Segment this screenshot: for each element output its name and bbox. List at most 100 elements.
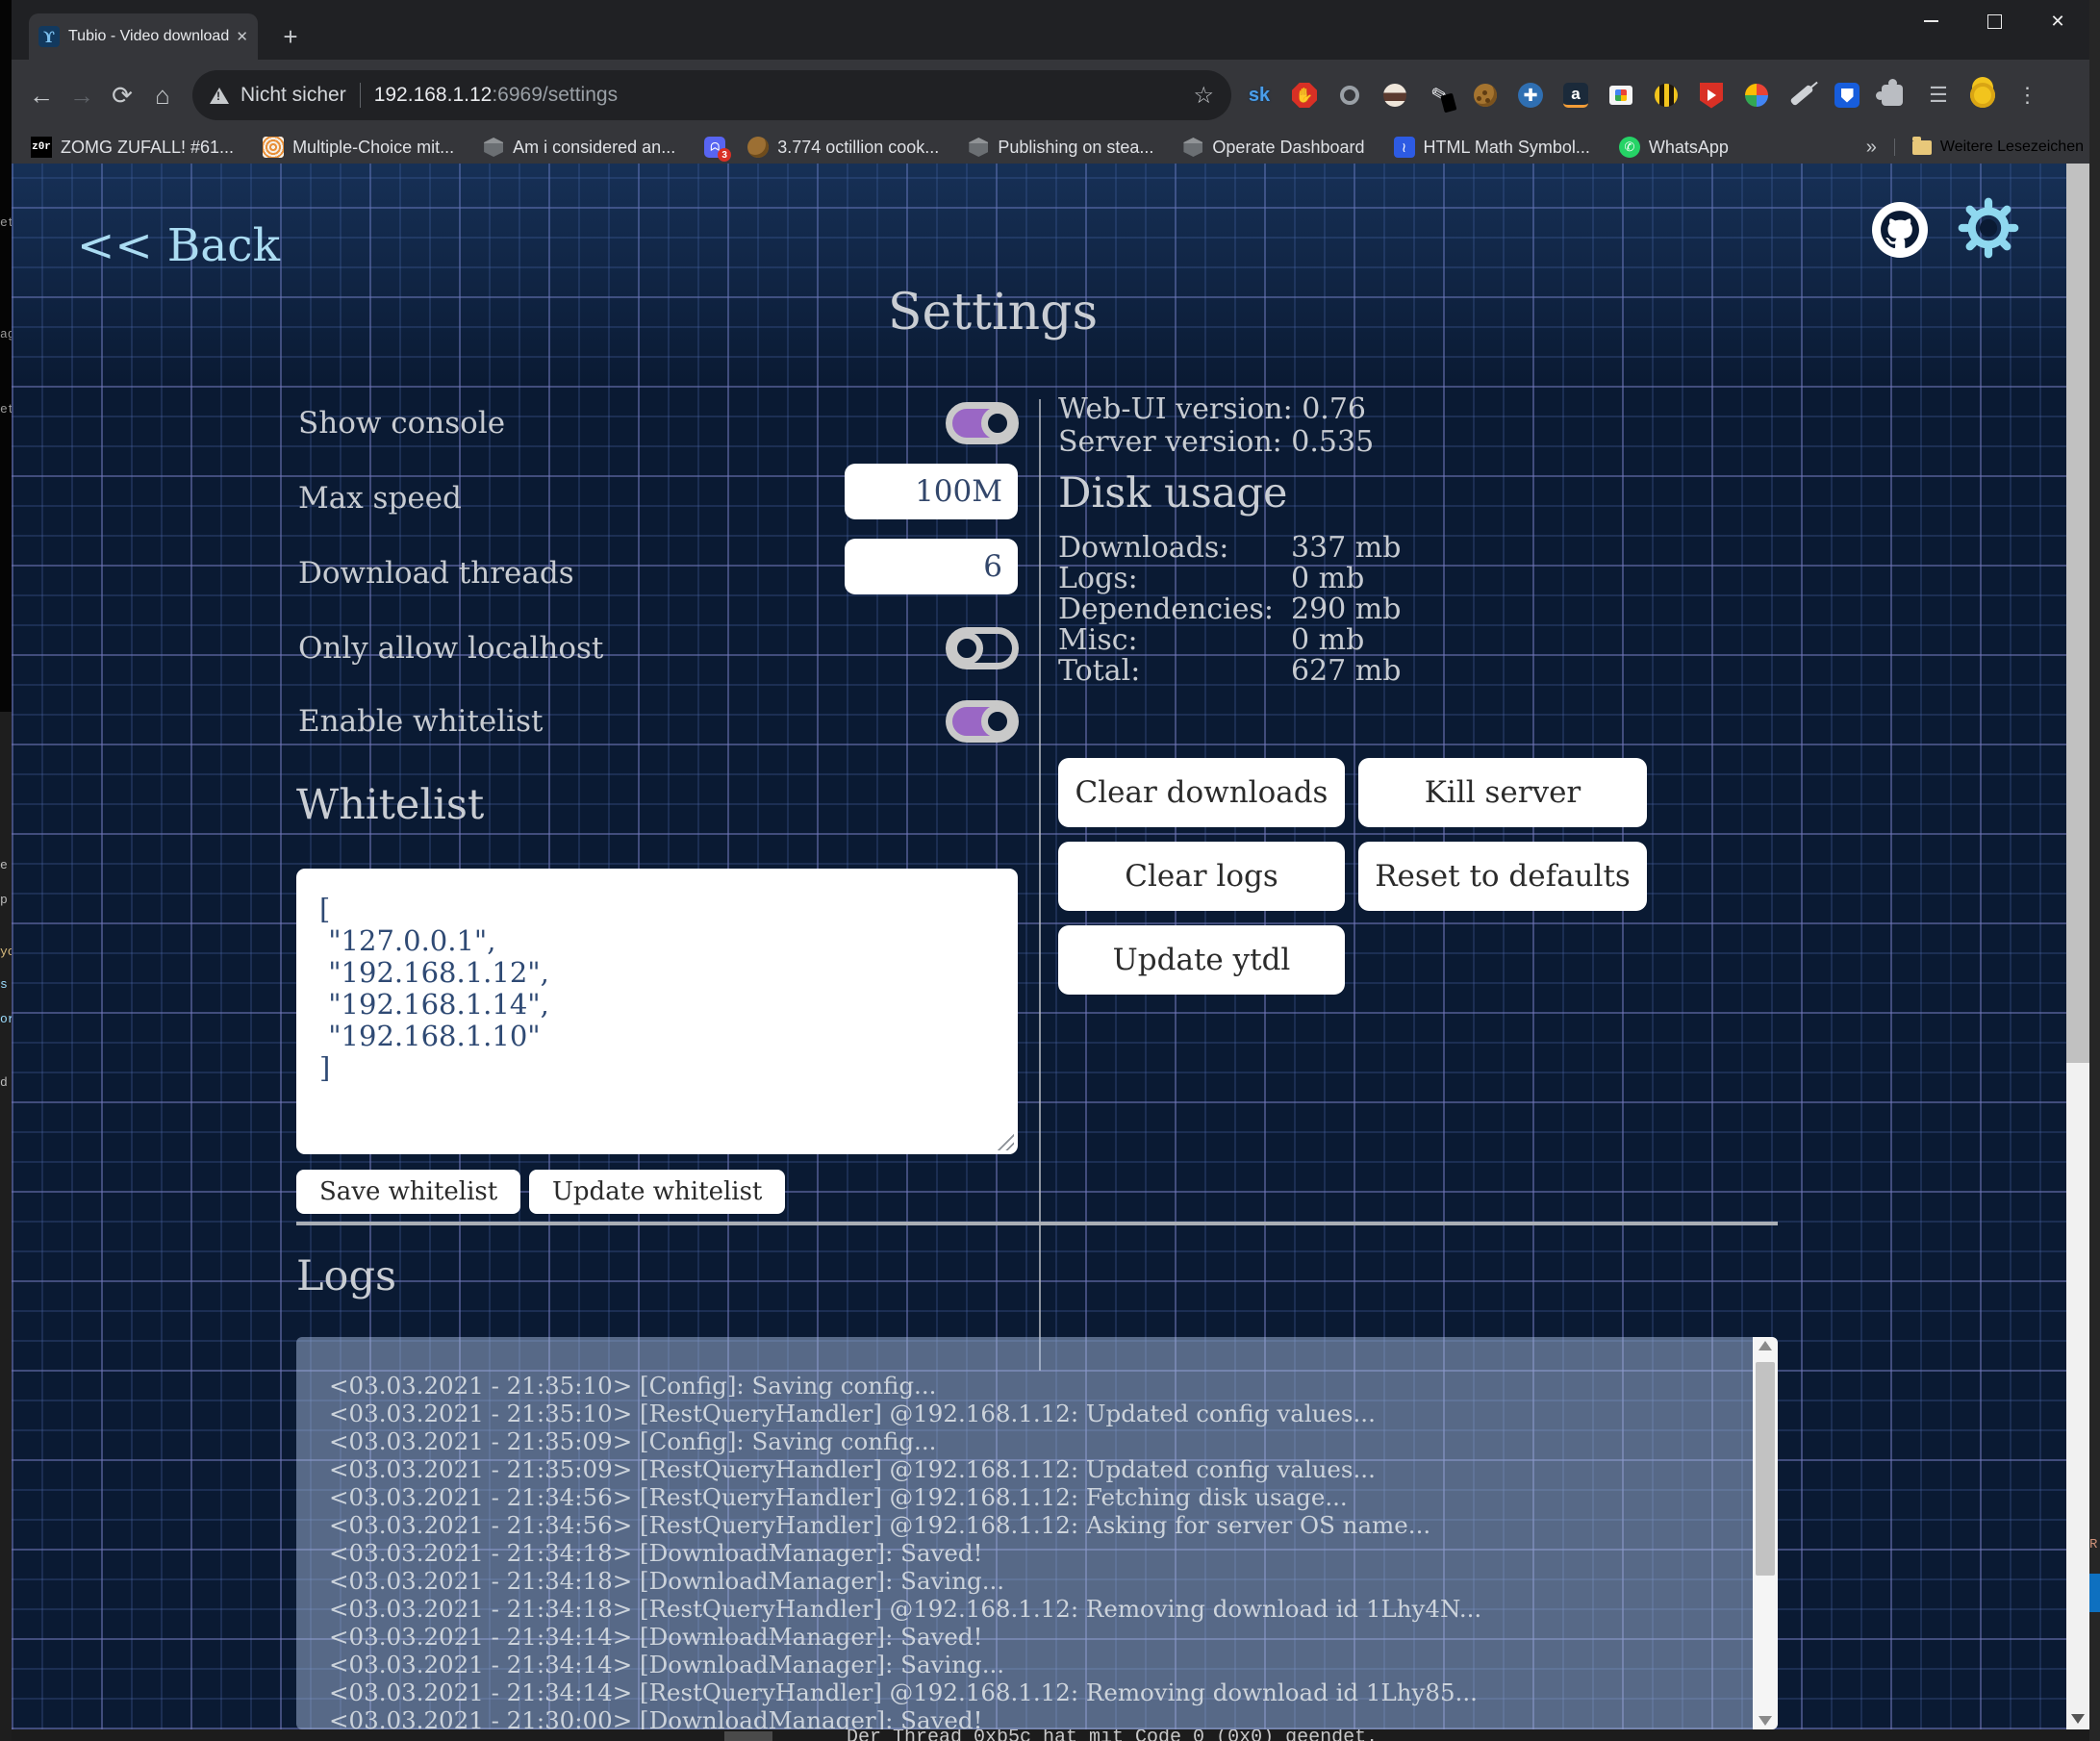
- menu-dots-icon[interactable]: ⋮: [2013, 81, 2042, 110]
- only-localhost-toggle[interactable]: [946, 627, 1019, 669]
- bookmark-item[interactable]: ≀ HTML Math Symbol...: [1394, 137, 1590, 158]
- z0r-icon: z0r: [31, 137, 52, 158]
- cross-extension-icon[interactable]: ✚: [1516, 81, 1545, 110]
- syringe-extension-icon[interactable]: [1787, 81, 1816, 110]
- download-threads-label: Download threads: [298, 556, 574, 591]
- page-scrollbar-thumb[interactable]: [2066, 164, 2089, 1063]
- save-whitelist-button[interactable]: Save whitelist: [296, 1170, 520, 1214]
- bookmarks-overflow-chevron[interactable]: »: [1866, 137, 1877, 159]
- clear-logs-button[interactable]: Clear logs: [1058, 842, 1345, 911]
- disk-row-label: Misc:: [1058, 623, 1138, 657]
- back-link[interactable]: << Back: [77, 219, 280, 272]
- disk-row-label: Total:: [1058, 654, 1140, 688]
- webui-version: Web-UI version: 0.76: [1058, 392, 1366, 426]
- playlist-extension-icon[interactable]: ☰: [1923, 81, 1952, 110]
- scroll-up-icon[interactable]: [1758, 1341, 1772, 1350]
- home-icon[interactable]: ⌂: [142, 75, 183, 115]
- bookmark-item[interactable]: 3.774 octillion cook...: [747, 137, 939, 158]
- bookmarks-bar: z0r ZOMG ZUFALL! #61... Multiple-Choice …: [12, 131, 2089, 164]
- close-button[interactable]: ✕: [2026, 0, 2089, 42]
- logs-title: Logs: [296, 1252, 396, 1300]
- scroll-down-icon[interactable]: [1758, 1716, 1772, 1726]
- security-label: Nicht sicher: [240, 84, 346, 107]
- extensions-row: sk ✋ ✎ ✚ a ☰ ⋮: [1245, 81, 2042, 110]
- bookmark-item[interactable]: ✆ WhatsApp: [1619, 137, 1729, 158]
- background-window-bottom-strip: Der Thread 0xb5c hat mit Code 0 (0x0) ge…: [12, 1729, 2089, 1741]
- log-line: <03.03.2021 - 21:35:10> [Config]: Saving…: [329, 1372, 1739, 1400]
- stop-hand-extension-icon[interactable]: ✋: [1290, 81, 1319, 110]
- bookmark-item[interactable]: Am i considered an...: [483, 137, 675, 158]
- ring-extension-icon[interactable]: [1335, 81, 1364, 110]
- drive-folder-extension-icon[interactable]: [1607, 81, 1635, 110]
- spiral-icon: [263, 137, 284, 158]
- maximize-icon: [1987, 14, 2002, 29]
- log-line: <03.03.2021 - 21:30:00> [DownloadManager…: [329, 1706, 1739, 1729]
- logs-scrollbar-thumb[interactable]: [1756, 1362, 1775, 1576]
- bookmark-item[interactable]: Multiple-Choice mit...: [263, 137, 454, 158]
- sk-extension-icon[interactable]: sk: [1245, 81, 1274, 110]
- not-secure-warning-icon: [210, 88, 229, 104]
- log-line: <03.03.2021 - 21:35:10> [RestQueryHandle…: [329, 1400, 1739, 1427]
- enable-whitelist-label: Enable whitelist: [298, 704, 543, 739]
- puzzle-extensions-icon[interactable]: [1878, 81, 1907, 110]
- tab-strip: ϒ Tubio - Video downloader ✕ + ✕: [12, 0, 2089, 60]
- logs-panel: <03.03.2021 - 21:35:10> [Config]: Saving…: [296, 1337, 1778, 1729]
- clear-downloads-button[interactable]: Clear downloads: [1058, 758, 1345, 827]
- log-line: <03.03.2021 - 21:34:18> [RestQueryHandle…: [329, 1595, 1739, 1623]
- logs-scrollbar[interactable]: [1753, 1337, 1778, 1729]
- reload-icon[interactable]: ⟳: [102, 75, 142, 115]
- browser-toolbar: ← → ⟳ ⌂ Nicht sicher 192.168.1.12 :6969/…: [12, 60, 2089, 131]
- log-line: <03.03.2021 - 21:34:18> [DownloadManager…: [329, 1567, 1739, 1595]
- google-extension-icon[interactable]: [1742, 81, 1771, 110]
- tab-close-icon[interactable]: ✕: [236, 28, 248, 45]
- bitwarden-extension-icon[interactable]: [1833, 81, 1861, 110]
- gear-settings-icon[interactable]: [1957, 196, 2020, 260]
- cookie-extension-icon[interactable]: [1471, 81, 1500, 110]
- bookmark-item[interactable]: ᗣ3: [704, 137, 734, 158]
- forward-nav-icon[interactable]: →: [62, 75, 102, 115]
- address-bar[interactable]: Nicht sicher 192.168.1.12 :6969/settings…: [192, 70, 1231, 120]
- new-tab-button[interactable]: +: [273, 19, 308, 54]
- background-window-right-sliver: R: [2089, 0, 2100, 1741]
- back-nav-icon[interactable]: ←: [21, 75, 62, 115]
- update-ytdl-button[interactable]: Update ytdl: [1058, 925, 1345, 995]
- shield-play-extension-icon[interactable]: [1697, 81, 1726, 110]
- page-scrollbar[interactable]: [2066, 164, 2089, 1729]
- log-lines: <03.03.2021 - 21:35:10> [Config]: Saving…: [329, 1372, 1739, 1729]
- reset-to-defaults-button[interactable]: Reset to defaults: [1358, 842, 1647, 911]
- kill-server-button[interactable]: Kill server: [1358, 758, 1647, 827]
- bookmark-item[interactable]: Operate Dashboard: [1182, 137, 1364, 158]
- minimize-icon: [1924, 20, 1938, 22]
- update-whitelist-button[interactable]: Update whitelist: [529, 1170, 785, 1214]
- log-line: <03.03.2021 - 21:34:56> [RestQueryHandle…: [329, 1483, 1739, 1511]
- page-scroll-down-icon[interactable]: [2071, 1714, 2085, 1724]
- bookmark-item[interactable]: z0r ZOMG ZUFALL! #61...: [31, 137, 234, 158]
- only-localhost-label: Only allow localhost: [298, 631, 603, 666]
- minimize-button[interactable]: [1899, 0, 1962, 42]
- show-console-toggle[interactable]: [946, 402, 1019, 444]
- tab-title: Tubio - Video downloader: [68, 28, 230, 45]
- github-icon[interactable]: [1872, 202, 1928, 258]
- disk-row-value: 290 mb: [1291, 593, 1401, 626]
- disk-row-label: Downloads:: [1058, 531, 1228, 565]
- max-speed-input[interactable]: [845, 464, 1018, 519]
- folder-icon: [1912, 140, 1932, 155]
- enable-whitelist-toggle[interactable]: [946, 700, 1019, 743]
- coins-avatar-icon[interactable]: [1968, 81, 1997, 110]
- pen-extension-icon[interactable]: ✎: [1426, 81, 1455, 110]
- server-version: Server version: 0.535: [1058, 425, 1374, 459]
- steam-icon: [969, 138, 988, 157]
- bookmark-star-icon[interactable]: ☆: [1193, 82, 1214, 110]
- whitelist-title: Whitelist: [296, 781, 484, 829]
- other-bookmarks-folder[interactable]: Weitere Lesezeichen: [1894, 139, 2084, 156]
- amazon-extension-icon[interactable]: a: [1561, 81, 1590, 110]
- bee-extension-icon[interactable]: [1652, 81, 1681, 110]
- mask-extension-icon[interactable]: [1380, 81, 1409, 110]
- download-threads-input[interactable]: [845, 539, 1018, 594]
- maximize-button[interactable]: [1962, 0, 2026, 42]
- debug-output-text: Der Thread 0xb5c hat mit Code 0 (0x0) ge…: [847, 1729, 1378, 1741]
- whitelist-textarea[interactable]: [ "127.0.0.1", "192.168.1.12", "192.168.…: [296, 869, 1018, 1154]
- log-line: <03.03.2021 - 21:35:09> [RestQueryHandle…: [329, 1455, 1739, 1483]
- tab-tubio[interactable]: ϒ Tubio - Video downloader ✕: [29, 13, 258, 60]
- bookmark-item[interactable]: Publishing on stea...: [968, 137, 1153, 158]
